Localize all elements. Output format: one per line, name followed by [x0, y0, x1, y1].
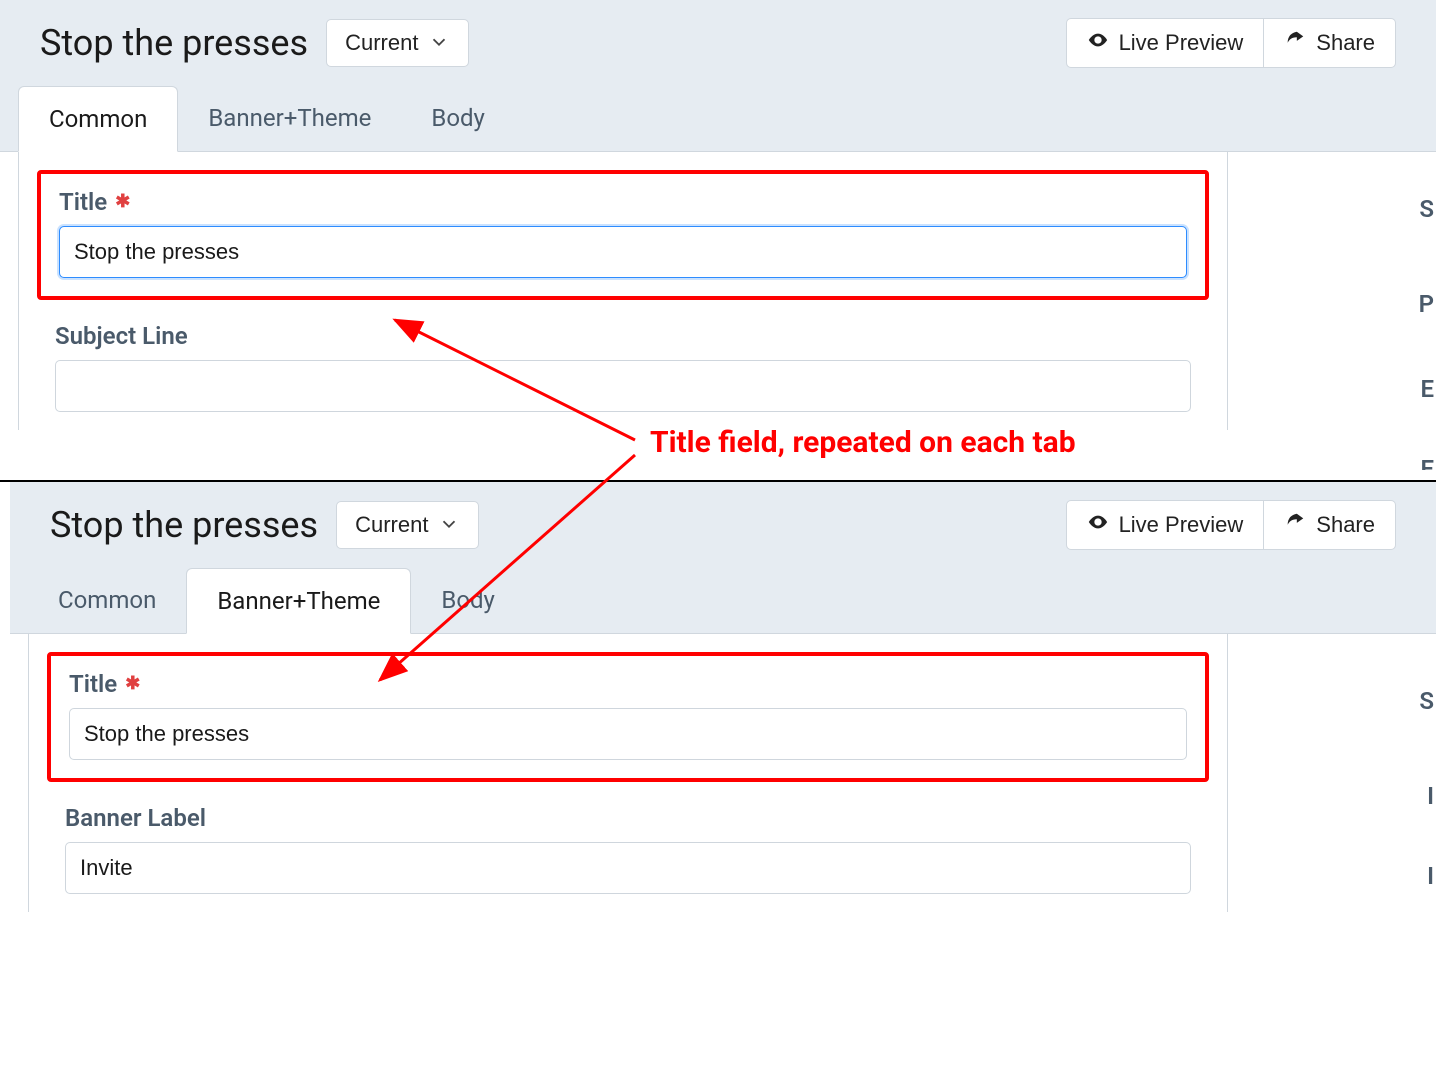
tab-body[interactable]: Body: [411, 568, 525, 633]
share-button[interactable]: Share: [1264, 500, 1396, 550]
tab-banner-theme[interactable]: Banner+Theme: [186, 568, 411, 634]
sidebar-letter: S: [1419, 687, 1434, 715]
eye-icon: [1087, 511, 1109, 539]
page-title: Stop the presses: [40, 22, 308, 64]
tab-body[interactable]: Body: [401, 86, 515, 151]
sidebar-letter: E: [1420, 455, 1434, 470]
live-preview-button[interactable]: Live Preview: [1066, 18, 1265, 68]
version-dropdown-label: Current: [355, 512, 428, 538]
share-icon: [1284, 511, 1306, 539]
form-area-banner: Title ✱ Banner Label: [28, 634, 1228, 912]
share-button[interactable]: Share: [1264, 18, 1396, 68]
annotation-highlight-box-1: Title ✱: [37, 170, 1209, 300]
sidebar-letter: S: [1419, 195, 1434, 223]
version-dropdown-label: Current: [345, 30, 418, 56]
sidebar-letter: I: [1427, 862, 1434, 890]
title-field-label: Title ✱: [69, 670, 1187, 698]
banner-label-input[interactable]: [65, 842, 1191, 894]
live-preview-label: Live Preview: [1119, 512, 1244, 538]
required-asterisk-icon: ✱: [115, 193, 130, 211]
title-label-text: Title: [69, 670, 117, 698]
chevron-down-icon: [438, 513, 460, 538]
required-asterisk-icon: ✱: [125, 675, 140, 693]
live-preview-label: Live Preview: [1119, 30, 1244, 56]
share-icon: [1284, 29, 1306, 57]
sidebar-letter: I: [1427, 782, 1434, 810]
page-header-1: Stop the presses Current Live Preview: [0, 0, 1436, 86]
subject-line-label: Subject Line: [55, 322, 1191, 350]
page-title: Stop the presses: [50, 504, 318, 546]
chevron-down-icon: [428, 31, 450, 56]
title-input[interactable]: [69, 708, 1187, 760]
tab-common[interactable]: Common: [28, 568, 186, 633]
subject-line-input[interactable]: [55, 360, 1191, 412]
version-dropdown[interactable]: Current: [326, 19, 469, 67]
sidebar-letter: E: [1420, 375, 1434, 403]
annotation-text: Title field, repeated on each tab: [650, 425, 1076, 460]
title-label-text: Title: [59, 188, 107, 216]
live-preview-button[interactable]: Live Preview: [1066, 500, 1265, 550]
title-field-label: Title ✱: [59, 188, 1187, 216]
banner-label-label: Banner Label: [65, 804, 1191, 832]
form-area-common: Title ✱ Subject Line: [18, 152, 1228, 430]
share-label: Share: [1316, 512, 1375, 538]
eye-icon: [1087, 29, 1109, 57]
tab-banner-theme[interactable]: Banner+Theme: [178, 86, 401, 151]
sidebar-letter: P: [1419, 290, 1434, 318]
title-input[interactable]: [59, 226, 1187, 278]
share-label: Share: [1316, 30, 1375, 56]
tabs-row: Common Banner+Theme Body: [0, 86, 1436, 152]
annotation-highlight-box-2: Title ✱: [47, 652, 1209, 782]
tab-common[interactable]: Common: [18, 86, 178, 152]
page-header-2: Stop the presses Current Live Preview: [10, 482, 1436, 568]
tabs-row: Common Banner+Theme Body: [10, 568, 1436, 634]
version-dropdown[interactable]: Current: [336, 501, 479, 549]
